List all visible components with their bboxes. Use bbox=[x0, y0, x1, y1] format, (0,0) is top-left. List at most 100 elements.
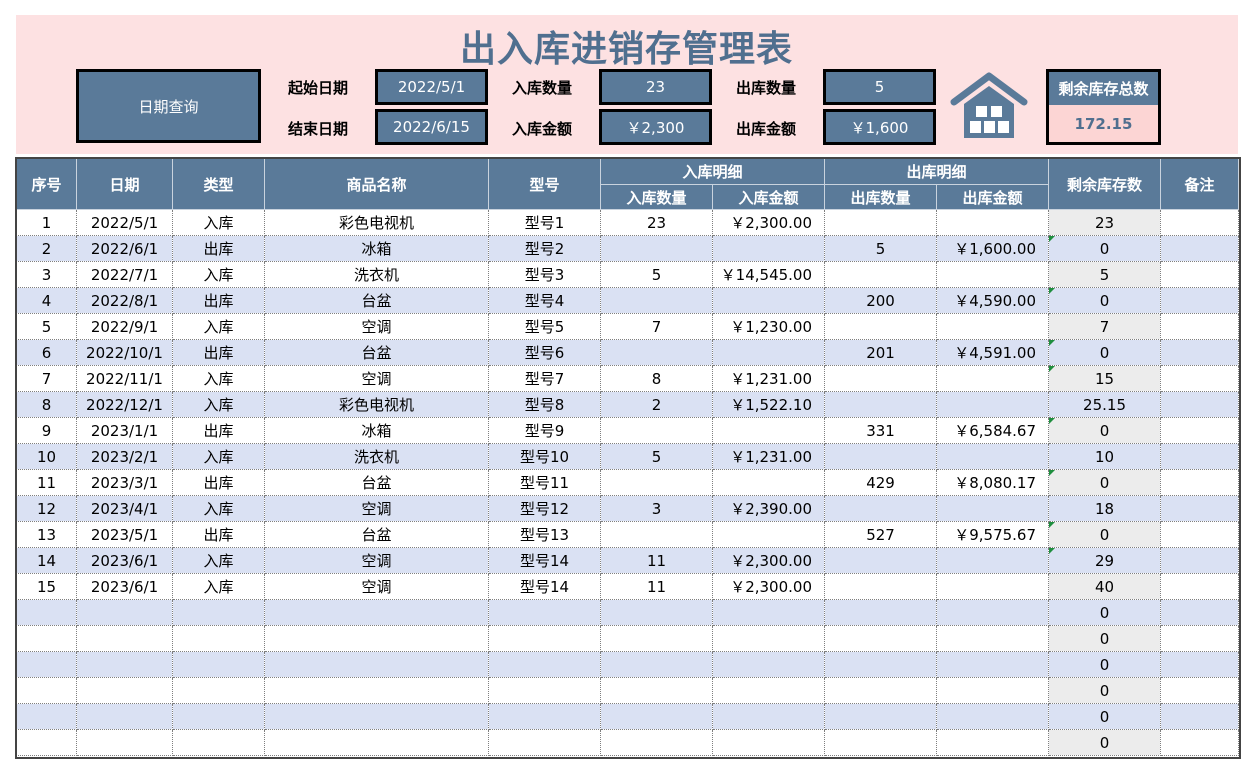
cell-name[interactable] bbox=[264, 651, 489, 678]
cell-model[interactable]: 型号8 bbox=[488, 391, 601, 418]
cell-name[interactable]: 冰箱 bbox=[264, 235, 489, 262]
cell-note[interactable] bbox=[1160, 599, 1240, 626]
cell-note[interactable] bbox=[1160, 729, 1240, 756]
date-query-button[interactable]: 日期查询 bbox=[76, 69, 261, 143]
cell-seq[interactable] bbox=[16, 703, 77, 730]
cell-seq[interactable]: 8 bbox=[16, 391, 77, 418]
cell-seq[interactable]: 9 bbox=[16, 417, 77, 444]
cell-note[interactable] bbox=[1160, 313, 1240, 340]
cell-model[interactable] bbox=[488, 729, 601, 756]
cell-in-amt[interactable] bbox=[711, 417, 826, 444]
cell-type[interactable]: 出库 bbox=[172, 521, 265, 548]
cell-note[interactable] bbox=[1160, 573, 1240, 600]
cell-type[interactable]: 入库 bbox=[172, 573, 265, 600]
cell-seq[interactable]: 14 bbox=[16, 547, 77, 574]
cell-in-amt[interactable]: ￥1,231.00 bbox=[711, 443, 826, 470]
cell-out-amt[interactable] bbox=[936, 443, 1050, 470]
cell-remaining[interactable]: 0 bbox=[1048, 703, 1162, 730]
cell-out-qty[interactable] bbox=[824, 209, 938, 236]
cell-note[interactable] bbox=[1160, 235, 1240, 262]
cell-seq[interactable]: 6 bbox=[16, 339, 77, 366]
cell-remaining[interactable]: 25.15 bbox=[1048, 391, 1162, 418]
cell-model[interactable]: 型号5 bbox=[488, 313, 601, 340]
cell-out-amt[interactable]: ￥6,584.67 bbox=[936, 417, 1050, 444]
cell-out-amt[interactable] bbox=[936, 495, 1050, 522]
cell-name[interactable]: 彩色电视机 bbox=[264, 209, 489, 236]
cell-seq[interactable]: 7 bbox=[16, 365, 77, 392]
cell-remaining[interactable]: 0 bbox=[1048, 729, 1162, 756]
cell-seq[interactable]: 5 bbox=[16, 313, 77, 340]
end-date-field[interactable]: 2022/6/15 bbox=[375, 109, 488, 145]
cell-in-qty[interactable]: 2 bbox=[600, 391, 713, 418]
cell-out-qty[interactable] bbox=[824, 573, 938, 600]
cell-out-amt[interactable] bbox=[936, 573, 1050, 600]
cell-model[interactable]: 型号14 bbox=[488, 573, 601, 600]
cell-remaining[interactable]: 0 bbox=[1048, 599, 1162, 626]
cell-date[interactable]: 2022/6/1 bbox=[76, 235, 173, 262]
cell-in-qty[interactable]: 7 bbox=[600, 313, 713, 340]
cell-name[interactable]: 冰箱 bbox=[264, 417, 489, 444]
cell-note[interactable] bbox=[1160, 339, 1240, 366]
cell-note[interactable] bbox=[1160, 209, 1240, 236]
cell-date[interactable]: 2023/3/1 bbox=[76, 469, 173, 496]
cell-type[interactable] bbox=[172, 625, 265, 652]
cell-remaining[interactable]: 0 bbox=[1048, 521, 1162, 548]
cell-seq[interactable] bbox=[16, 625, 77, 652]
cell-type[interactable]: 入库 bbox=[172, 365, 265, 392]
cell-out-qty[interactable] bbox=[824, 313, 938, 340]
cell-seq[interactable]: 11 bbox=[16, 469, 77, 496]
start-date-field[interactable]: 2022/5/1 bbox=[375, 69, 488, 105]
cell-name[interactable]: 台盆 bbox=[264, 287, 489, 314]
cell-out-qty[interactable] bbox=[824, 651, 938, 678]
cell-model[interactable]: 型号10 bbox=[488, 443, 601, 470]
cell-name[interactable] bbox=[264, 729, 489, 756]
cell-out-qty[interactable]: 331 bbox=[824, 417, 938, 444]
cell-in-amt[interactable] bbox=[711, 703, 826, 730]
cell-name[interactable] bbox=[264, 677, 489, 704]
cell-out-amt[interactable] bbox=[936, 261, 1050, 288]
cell-type[interactable]: 出库 bbox=[172, 339, 265, 366]
cell-date[interactable]: 2022/9/1 bbox=[76, 313, 173, 340]
cell-out-qty[interactable] bbox=[824, 443, 938, 470]
cell-name[interactable]: 台盆 bbox=[264, 469, 489, 496]
cell-date[interactable]: 2023/5/1 bbox=[76, 521, 173, 548]
cell-model[interactable]: 型号7 bbox=[488, 365, 601, 392]
cell-note[interactable] bbox=[1160, 651, 1240, 678]
cell-in-qty[interactable]: 11 bbox=[600, 547, 713, 574]
cell-in-qty[interactable] bbox=[600, 235, 713, 262]
cell-in-qty[interactable] bbox=[600, 469, 713, 496]
cell-seq[interactable]: 13 bbox=[16, 521, 77, 548]
cell-in-amt[interactable]: ￥1,522.10 bbox=[711, 391, 826, 418]
cell-date[interactable]: 2023/1/1 bbox=[76, 417, 173, 444]
cell-out-qty[interactable] bbox=[824, 547, 938, 574]
cell-seq[interactable]: 15 bbox=[16, 573, 77, 600]
cell-remaining[interactable]: 7 bbox=[1048, 313, 1162, 340]
cell-note[interactable] bbox=[1160, 261, 1240, 288]
cell-in-amt[interactable] bbox=[711, 729, 826, 756]
cell-name[interactable]: 洗衣机 bbox=[264, 443, 489, 470]
cell-note[interactable] bbox=[1160, 521, 1240, 548]
cell-type[interactable]: 入库 bbox=[172, 261, 265, 288]
cell-date[interactable] bbox=[76, 599, 173, 626]
cell-remaining[interactable]: 18 bbox=[1048, 495, 1162, 522]
cell-remaining[interactable]: 23 bbox=[1048, 209, 1162, 236]
cell-seq[interactable]: 3 bbox=[16, 261, 77, 288]
cell-in-qty[interactable] bbox=[600, 521, 713, 548]
cell-note[interactable] bbox=[1160, 677, 1240, 704]
cell-out-amt[interactable] bbox=[936, 703, 1050, 730]
cell-in-amt[interactable]: ￥2,390.00 bbox=[711, 495, 826, 522]
cell-remaining[interactable]: 0 bbox=[1048, 417, 1162, 444]
cell-out-qty[interactable] bbox=[824, 729, 938, 756]
cell-name[interactable]: 空调 bbox=[264, 313, 489, 340]
cell-note[interactable] bbox=[1160, 703, 1240, 730]
cell-type[interactable]: 入库 bbox=[172, 443, 265, 470]
cell-note[interactable] bbox=[1160, 625, 1240, 652]
cell-in-amt[interactable]: ￥1,230.00 bbox=[711, 313, 826, 340]
cell-note[interactable] bbox=[1160, 417, 1240, 444]
cell-out-amt[interactable] bbox=[936, 391, 1050, 418]
cell-out-amt[interactable]: ￥8,080.17 bbox=[936, 469, 1050, 496]
cell-remaining[interactable]: 0 bbox=[1048, 287, 1162, 314]
cell-in-qty[interactable]: 5 bbox=[600, 261, 713, 288]
cell-date[interactable]: 2022/8/1 bbox=[76, 287, 173, 314]
cell-in-amt[interactable] bbox=[711, 599, 826, 626]
